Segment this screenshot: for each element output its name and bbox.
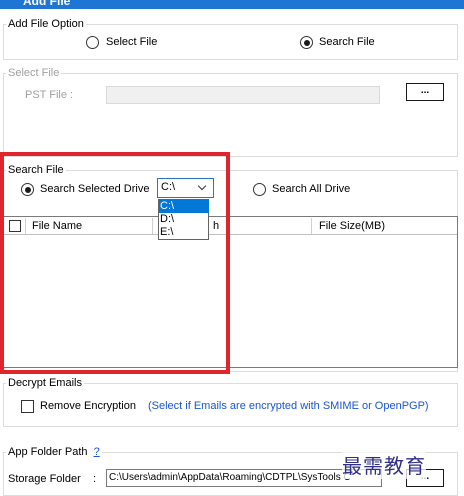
select-file-group-label: Select File: [6, 67, 62, 79]
storage-folder-label: Storage Folder: [8, 473, 81, 485]
grid-header: File Name h File Size(MB): [4, 217, 457, 235]
select-file-radio-label[interactable]: Select File: [106, 36, 157, 48]
drive-select-value: C:\: [161, 181, 176, 193]
search-selected-drive-label[interactable]: Search Selected Drive: [40, 183, 149, 195]
storage-folder-value: C:\Users\admin\AppData\Roaming\CDTPL\Sys…: [109, 472, 351, 483]
chevron-down-icon[interactable]: [197, 181, 207, 191]
encryption-info-text: (Select if Emails are encrypted with SMI…: [148, 400, 429, 412]
window-title: Add File: [23, 0, 71, 8]
search-all-drive-label[interactable]: Search All Drive: [272, 183, 350, 195]
pst-browse-button[interactable]: ...: [406, 83, 444, 101]
column-header-path-fragment[interactable]: h: [213, 220, 219, 232]
app-folder-path-label: App Folder Path: [8, 446, 88, 458]
pst-file-label: PST File :: [25, 89, 74, 101]
search-file-group-label: Search File: [6, 164, 66, 176]
search-selected-drive-radio[interactable]: [21, 183, 34, 196]
drive-select[interactable]: C:\: [157, 178, 214, 198]
drive-option-c[interactable]: C:\: [159, 200, 209, 213]
storage-folder-input[interactable]: C:\Users\admin\AppData\Roaming\CDTPL\Sys…: [106, 469, 382, 487]
select-file-radio[interactable]: [86, 36, 99, 49]
decrypt-emails-label: Decrypt Emails: [6, 377, 84, 389]
pst-file-input[interactable]: [106, 86, 380, 104]
drive-option-e[interactable]: E:\: [159, 226, 209, 239]
select-all-checkbox[interactable]: [9, 220, 21, 232]
column-separator: [311, 218, 312, 234]
column-separator: [152, 218, 153, 234]
column-separator: [25, 218, 26, 234]
add-file-option-label: Add File Option: [6, 18, 86, 30]
drive-option-d[interactable]: D:\: [159, 213, 209, 226]
watermark: 最需教育: [342, 450, 426, 479]
column-header-file-name[interactable]: File Name: [32, 220, 82, 232]
help-link[interactable]: ?: [94, 446, 100, 458]
search-file-radio-label[interactable]: Search File: [319, 36, 375, 48]
drive-dropdown: C:\ D:\ E:\: [158, 199, 209, 240]
search-all-drive-radio[interactable]: [253, 183, 266, 196]
title-bar: Add File: [0, 0, 464, 9]
remove-encryption-label[interactable]: Remove Encryption: [40, 400, 136, 412]
search-file-radio[interactable]: [300, 36, 313, 49]
column-header-file-size[interactable]: File Size(MB): [319, 220, 385, 232]
file-grid[interactable]: File Name h File Size(MB): [3, 216, 458, 368]
app-folder-label: App Folder Path ?: [6, 446, 102, 458]
storage-folder-separator: :: [93, 473, 97, 485]
remove-encryption-checkbox[interactable]: [21, 400, 34, 413]
